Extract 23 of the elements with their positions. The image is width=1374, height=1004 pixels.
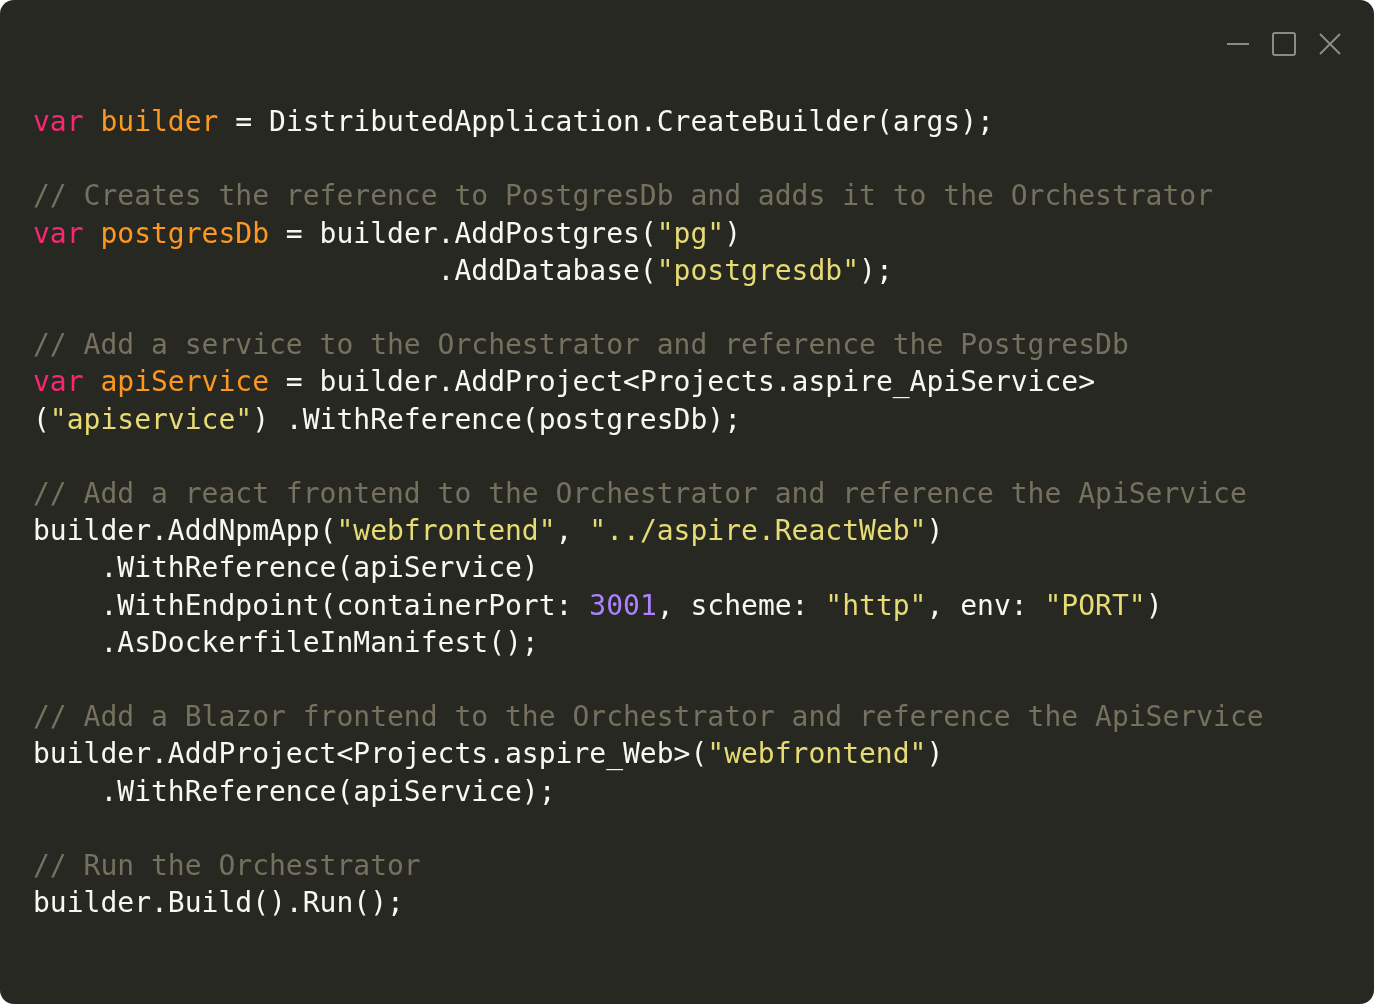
code-line: builder.AddProject<Projects.aspire_Web>("webfrontend") — [33, 736, 944, 773]
code-line: builder.Build().Run(); — [33, 885, 404, 922]
minimize-icon — [1227, 43, 1249, 45]
code-comment: // Add a service to the Orchestrator and reference the PostgresDb — [33, 327, 1129, 364]
code-line: ("apiservice") — [33, 401, 269, 438]
code-comment: // Run the Orchestrator — [33, 848, 421, 884]
code-line: var apiService = builder.AddProject<Projects.aspire_ApiService> — [33, 364, 1096, 401]
code-line: .WithReference(apiService) — [100, 550, 539, 587]
code-comment: // Add a react frontend to the Orchestrator and reference the ApiService — [33, 476, 1247, 512]
code-comment: // Add a Blazor frontend to the Orchestrator and reference the ApiService — [33, 699, 1264, 736]
close-icon — [1319, 33, 1341, 55]
code-line: .AsDockerfileInManifest(); — [100, 624, 539, 661]
code-line: .WithEndpoint(containerPort: 3001, scheme: "http", env: "PORT") — [100, 587, 1163, 624]
maximize-icon — [1272, 32, 1296, 56]
code-line: var builder = DistributedApplication.CreateBuilder(args); — [33, 104, 994, 140]
close-button[interactable] — [1318, 32, 1342, 56]
code-line: builder.AddNpmApp("webfrontend", "../aspire.ReactWeb") — [33, 513, 944, 550]
code-line: .WithReference(apiService); — [100, 773, 556, 810]
code-line: var postgresDb = builder.AddPostgres("pg") — [33, 215, 742, 252]
maximize-button[interactable] — [1272, 32, 1296, 56]
code-line: .WithReference(postgresDb); — [285, 401, 741, 438]
code-comment: // Creates the reference to PostgresDb and adds it to the Orchestrator — [33, 178, 1214, 215]
code-line: .AddDatabase("postgresdb"); — [437, 252, 893, 289]
